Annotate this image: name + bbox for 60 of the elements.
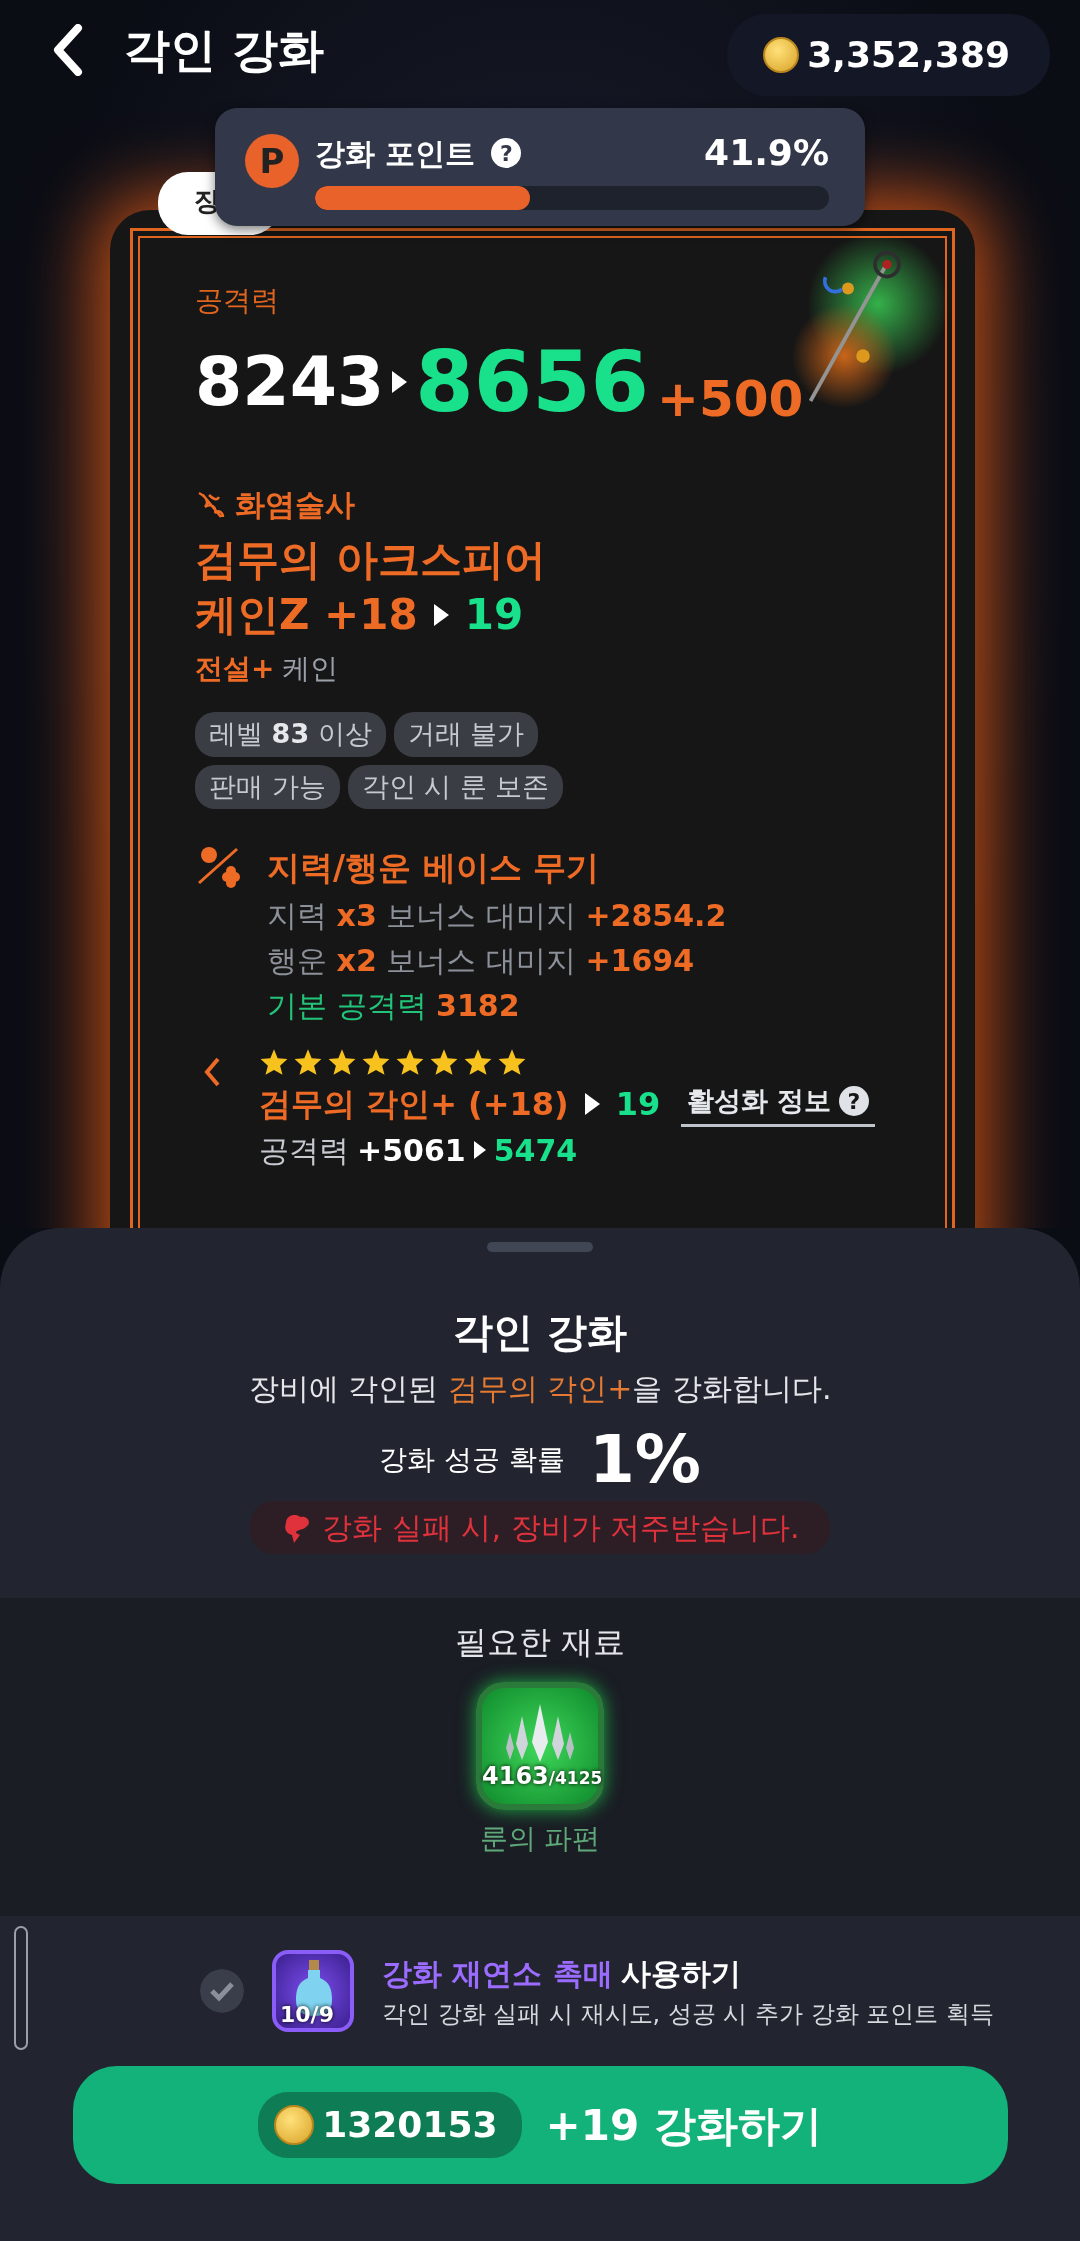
sheet-description: 장비에 각인된 검무의 각인+을 강화합니다. (248, 1370, 832, 1408)
arrow-icon (392, 371, 408, 393)
stat-line: 행운 x2 보너스 대미지 +1694 (267, 941, 696, 980)
star-icon (259, 1047, 289, 1076)
item-tag: 각인 시 룬 보존 (347, 764, 564, 810)
enhance-target: 19 (464, 588, 524, 641)
engrave-stat-label: 공격력 (259, 1131, 349, 1170)
arrow-icon (473, 1141, 486, 1160)
item-name: 검무의 아크스피어 (195, 534, 547, 586)
attack-bonus: +500 (657, 374, 804, 424)
engrave-name: 검무의 각인+ (+18) (259, 1083, 569, 1125)
points-badge: P (245, 134, 299, 188)
catalyst-description: 각인 강화 실패 시 재시도, 성공 시 추가 강화 포인트 획득 (382, 1998, 994, 2030)
attack-label: 공격력 (195, 283, 280, 319)
attack-current: 8243 (195, 348, 385, 416)
materials-title: 필요한 재료 (454, 1622, 626, 1663)
coin-icon (274, 2105, 315, 2145)
star-icon (497, 1047, 527, 1076)
chevron-left-icon[interactable] (203, 1055, 221, 1088)
cost-pill: 1320153 (258, 2092, 522, 2158)
arrow-icon (433, 603, 449, 626)
stat-line: 지력 x3 보너스 대미지 +2854.2 (267, 896, 727, 935)
currency-balance: 3,352,389 (727, 14, 1050, 96)
activation-info-link[interactable]: 활성화 정보 ? (680, 1079, 875, 1128)
catalyst-name: 강화 재연소 촉매 (382, 1954, 613, 1993)
engrave-target: 19 (615, 1083, 661, 1125)
points-percent: 41.9% (704, 131, 829, 175)
material-name: 룬의 파편 (479, 1821, 601, 1857)
points-label: 강화 포인트 (315, 134, 476, 173)
enhance-button[interactable]: 1320153 +19 강화하기 (72, 2066, 1008, 2184)
item-type: 케인 (282, 651, 339, 688)
checkbox[interactable] (200, 1969, 244, 2013)
item-grade: 전설+ (195, 651, 275, 688)
star-icon (463, 1047, 493, 1076)
arrow-icon (584, 1092, 600, 1115)
item-tag: 판매 가능 (195, 764, 340, 810)
attack-next: 8656 (415, 340, 650, 424)
star-icon (429, 1047, 459, 1076)
star-icon (395, 1047, 425, 1076)
stat-line: 기본 공격력 3182 (267, 986, 521, 1025)
catalyst-count: 10/9 (280, 2004, 335, 2026)
item-subname: 케인Z +18 (195, 588, 418, 641)
class-label: 화염술사 (235, 486, 355, 524)
engrave-stat-current: +5061 (357, 1131, 466, 1170)
star-icon (361, 1047, 391, 1076)
engrave-stat-next: 5474 (493, 1131, 578, 1170)
catalyst-action: 사용하기 (620, 1954, 741, 1993)
item-tag: 거래 불가 (393, 712, 539, 757)
base-title: 지력/행운 베이스 무기 (267, 847, 601, 890)
sheet-handle[interactable] (487, 1242, 593, 1252)
star-icon (293, 1047, 323, 1076)
item-tag: 레벨 83 이상 (195, 712, 386, 757)
sheet-title: 각인 강화 (453, 1308, 627, 1357)
curse-warning: 강화 실패 시, 장비가 저주받습니다. (250, 1501, 830, 1554)
star-icon (327, 1047, 357, 1076)
help-icon[interactable]: ? (491, 138, 522, 168)
page-title: 각인 강화 (124, 21, 324, 79)
success-chance: 1% (588, 1427, 701, 1493)
success-chance-label: 강화 성공 확률 (379, 1442, 565, 1478)
coin-icon (763, 37, 800, 73)
